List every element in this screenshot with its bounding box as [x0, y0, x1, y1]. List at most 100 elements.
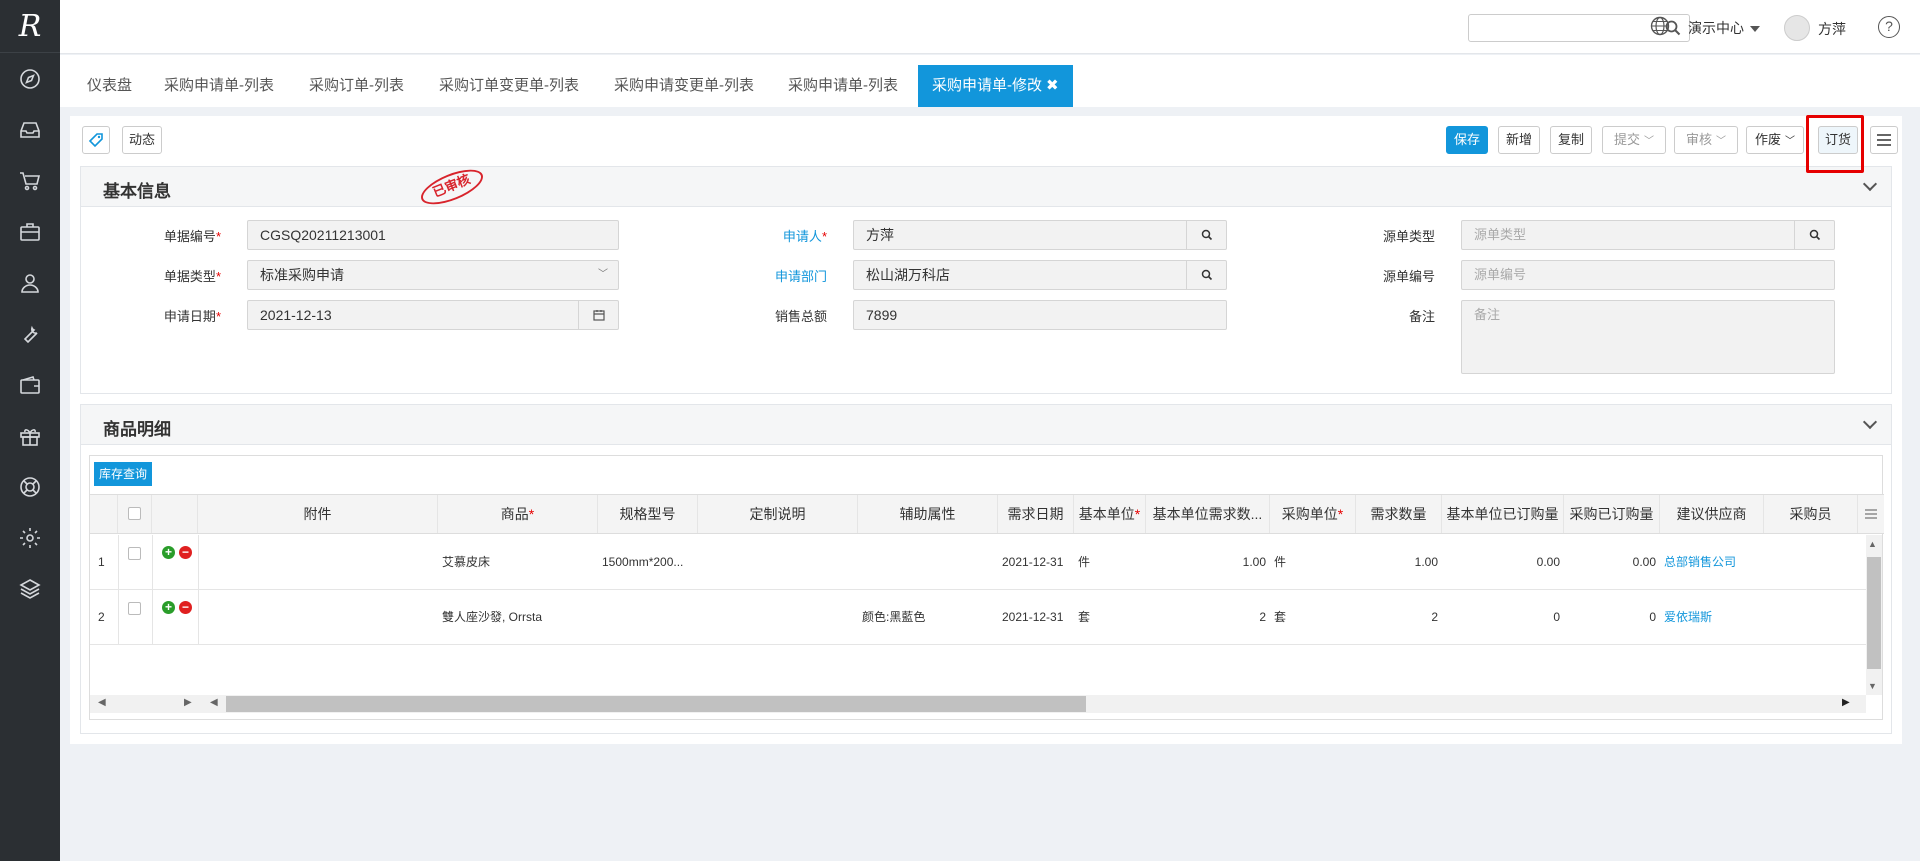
wallet-icon[interactable] — [0, 359, 60, 410]
vertical-scrollbar[interactable]: ▲ ▼ — [1866, 535, 1882, 695]
cell-date[interactable]: 2021-12-31 — [998, 590, 1074, 645]
compass-icon[interactable] — [0, 53, 60, 104]
void-dropdown[interactable]: 作废 ﹀ — [1746, 126, 1804, 154]
cell-date[interactable]: 2021-12-31 — [998, 535, 1074, 590]
tab-dashboard[interactable]: 仪表盘 — [87, 65, 132, 107]
org-selector[interactable]: 演示中心 — [1688, 18, 1760, 38]
cell-supplier[interactable]: 爱依瑞斯 — [1660, 590, 1764, 645]
remark-textarea[interactable]: 备注 — [1461, 300, 1835, 374]
save-button[interactable]: 保存 — [1446, 126, 1488, 154]
avatar[interactable] — [1784, 15, 1810, 41]
add-row-icon[interactable]: + — [162, 601, 175, 614]
close-icon[interactable]: ✖ — [1046, 77, 1059, 94]
col-pur-unit[interactable]: 采购单位* — [1270, 495, 1356, 533]
vertical-scroll-thumb[interactable] — [1867, 557, 1881, 669]
cell-supplier[interactable]: 总部销售公司 — [1660, 535, 1764, 590]
cell-base-qty[interactable]: 2 — [1146, 590, 1270, 645]
cell-product[interactable]: 雙人座沙發, Orrsta — [438, 590, 598, 645]
cell-aux[interactable] — [858, 535, 998, 590]
globe-icon[interactable] — [1650, 16, 1670, 39]
cell-buyer[interactable] — [1764, 590, 1858, 645]
scroll-right-icon[interactable]: ▶ — [184, 697, 192, 708]
tab-purchase-order-list[interactable]: 采购订单-列表 — [309, 65, 404, 107]
cell-qty[interactable]: 2 — [1356, 590, 1442, 645]
cart-icon[interactable] — [0, 155, 60, 206]
scroll-right-icon[interactable]: ▶ — [1842, 697, 1850, 708]
column-menu-icon[interactable] — [1858, 495, 1884, 533]
cell-custom[interactable] — [698, 535, 858, 590]
table-row[interactable]: 2 + − 雙人座沙發, Orrsta 颜色:黑藍色 2021-12-31 套 … — [90, 590, 1870, 645]
user-icon[interactable] — [0, 257, 60, 308]
scroll-up-icon[interactable]: ▲ — [1868, 539, 1877, 549]
dynamic-button[interactable]: 动态 — [122, 126, 162, 154]
tab-purchase-request-list[interactable]: 采购申请单-列表 — [164, 65, 274, 107]
col-qty[interactable]: 需求数量 — [1356, 495, 1442, 533]
chevron-down-icon[interactable] — [1862, 176, 1878, 192]
dept-field[interactable]: 松山湖万科店 — [853, 260, 1227, 290]
tab-order-change-list[interactable]: 采购订单变更单-列表 — [439, 65, 579, 107]
add-row-icon[interactable]: + — [162, 546, 175, 559]
col-aux[interactable]: 辅助属性 — [858, 495, 998, 533]
col-base-unit[interactable]: 基本单位* — [1074, 495, 1146, 533]
cell-base-qty[interactable]: 1.00 — [1146, 535, 1270, 590]
col-pur-ordered[interactable]: 采购已订购量 — [1564, 495, 1660, 533]
cell-attachment[interactable] — [198, 590, 438, 645]
cell-attachment[interactable] — [198, 535, 438, 590]
details-header[interactable]: 商品明细 — [81, 405, 1891, 445]
scroll-down-icon[interactable]: ▼ — [1868, 681, 1877, 691]
select-all-checkbox[interactable] — [128, 507, 141, 520]
cell-base-unit[interactable]: 件 — [1074, 535, 1146, 590]
tag-button[interactable] — [82, 126, 110, 154]
submit-dropdown[interactable]: 提交 ﹀ — [1602, 126, 1666, 154]
col-base-qty[interactable]: 基本单位需求数... — [1146, 495, 1270, 533]
new-button[interactable]: 新增 — [1498, 126, 1540, 154]
col-custom[interactable]: 定制说明 — [698, 495, 858, 533]
gift-icon[interactable] — [0, 410, 60, 461]
scroll-left-icon[interactable]: ◀ — [210, 697, 218, 708]
apply-date-field[interactable]: 2021-12-13 — [247, 300, 619, 330]
layers-icon[interactable] — [0, 563, 60, 614]
cell-pur-ordered[interactable]: 0 — [1564, 590, 1660, 645]
col-product[interactable]: 商品* — [438, 495, 598, 533]
copy-button[interactable]: 复制 — [1550, 126, 1592, 154]
cell-custom[interactable] — [698, 590, 858, 645]
lifebuoy-icon[interactable] — [0, 461, 60, 512]
tab-request-change-list[interactable]: 采购申请变更单-列表 — [614, 65, 754, 107]
row-checkbox[interactable] — [128, 547, 141, 560]
col-date[interactable]: 需求日期 — [998, 495, 1074, 533]
tab-purchase-request-edit[interactable]: 采购申请单-修改 ✖ — [918, 65, 1073, 107]
remove-row-icon[interactable]: − — [179, 601, 192, 614]
chevron-down-icon[interactable] — [1862, 414, 1878, 430]
cell-spec[interactable] — [598, 590, 698, 645]
horizontal-scrollbar[interactable]: ◀ ▶ ◀ ▶ — [90, 695, 1866, 713]
basic-info-header[interactable]: 基本信息 已审核 — [81, 162, 1891, 212]
cell-pur-unit[interactable]: 套 — [1270, 590, 1356, 645]
col-buyer[interactable]: 采购员 — [1764, 495, 1858, 533]
briefcase-icon[interactable] — [0, 206, 60, 257]
doc-no-field[interactable]: CGSQ20211213001 — [247, 220, 619, 250]
cell-product[interactable]: 艾慕皮床 — [438, 535, 598, 590]
cell-base-ordered[interactable]: 0.00 — [1442, 535, 1564, 590]
cell-buyer[interactable] — [1764, 535, 1858, 590]
search-icon[interactable] — [1186, 261, 1226, 289]
scroll-left-icon[interactable]: ◀ — [98, 697, 106, 708]
horizontal-scroll-thumb[interactable] — [226, 696, 1086, 712]
cell-pur-unit[interactable]: 件 — [1270, 535, 1356, 590]
table-row[interactable]: 1 + − 艾慕皮床 1500mm*200... 2021-12-31 件 1.… — [90, 535, 1870, 590]
cell-pur-ordered[interactable]: 0.00 — [1564, 535, 1660, 590]
search-icon[interactable] — [1186, 221, 1226, 249]
calendar-icon[interactable] — [578, 301, 618, 329]
cell-base-ordered[interactable]: 0 — [1442, 590, 1564, 645]
row-checkbox[interactable] — [128, 602, 141, 615]
wrench-icon[interactable] — [0, 308, 60, 359]
sales-total-field[interactable]: 7899 — [853, 300, 1227, 330]
stock-query-button[interactable]: 库存查询 — [94, 462, 152, 486]
cell-spec[interactable]: 1500mm*200... — [598, 535, 698, 590]
tab-purchase-request-list-2[interactable]: 采购申请单-列表 — [788, 65, 898, 107]
src-type-field[interactable]: 源单类型 — [1461, 220, 1835, 250]
src-no-field[interactable]: 源单编号 — [1461, 260, 1835, 290]
doc-type-select[interactable]: 标准采购申请 ﹀ — [247, 260, 619, 290]
app-logo[interactable]: R — [0, 0, 60, 53]
col-spec[interactable]: 规格型号 — [598, 495, 698, 533]
cell-qty[interactable]: 1.00 — [1356, 535, 1442, 590]
